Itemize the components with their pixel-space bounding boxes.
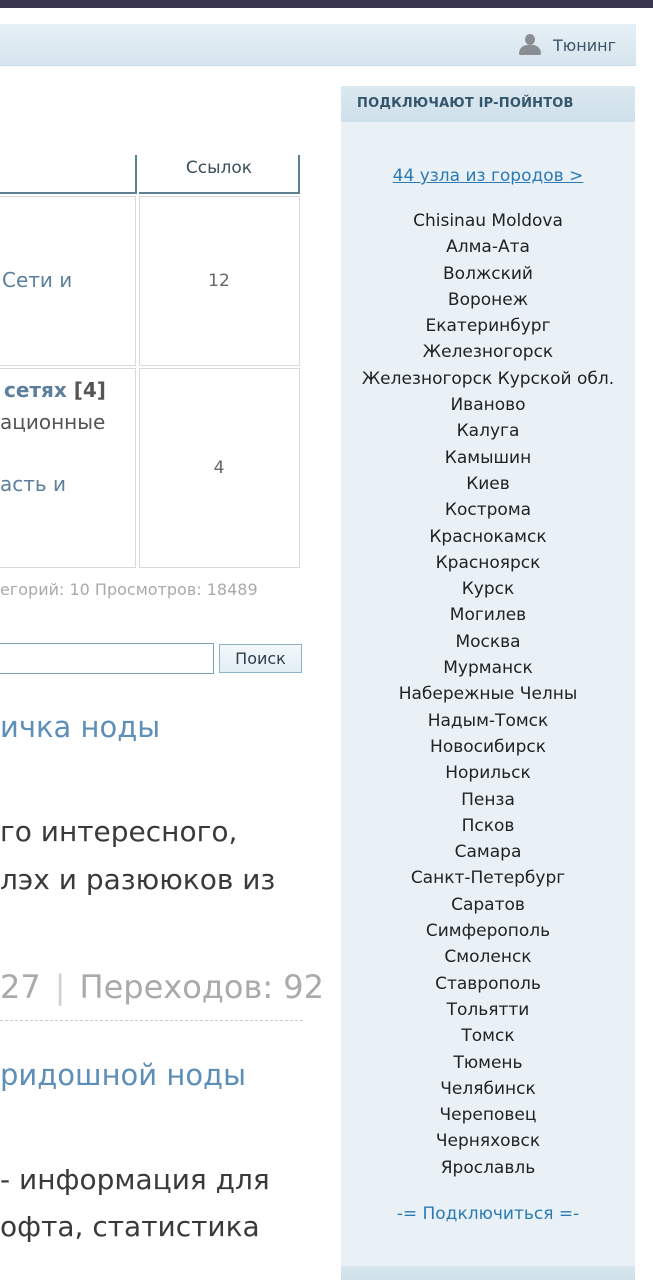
catalog-stats: егорий: 10 Просмотров: 18489 [0, 580, 258, 599]
city-item: Челябинск [440, 1078, 536, 1099]
city-item: Камышин [444, 447, 532, 468]
table-header-underline-2 [139, 192, 299, 194]
category-link-2[interactable]: сетях [4, 378, 67, 402]
city-item: Мурманск [443, 658, 533, 679]
header-bar: Тюнинг [0, 24, 636, 66]
views-count: 27 [0, 968, 41, 1006]
city-item: Железногорск Курской обл. [361, 368, 615, 389]
category-desc-2: ационные [0, 410, 106, 434]
table-header-divider [135, 155, 137, 194]
city-item: Норильск [445, 763, 531, 784]
link-count-1: 12 [208, 271, 230, 291]
city-item: Череповец [439, 1105, 537, 1126]
city-item: Краснокамск [429, 526, 547, 547]
city-item: Пенза [461, 789, 515, 810]
city-item: Симферополь [425, 921, 551, 942]
city-item: Воронеж [447, 289, 529, 310]
sidebar-next-block-header [341, 1266, 635, 1280]
city-item: Смоленск [444, 947, 532, 968]
article-text-2-line1: - информация для [0, 1163, 270, 1196]
category-count-2: [4] [73, 378, 106, 402]
user-icon [517, 34, 543, 56]
city-item: Иваново [450, 395, 526, 416]
city-item: Тюмень [453, 1052, 523, 1073]
article-text-1-line2: лэх и разююков из [0, 863, 276, 896]
city-item: Волжский [443, 263, 533, 284]
city-item: Самара [454, 842, 522, 863]
city-item: Санкт-Петербург [410, 868, 566, 889]
city-item: Ставрополь [435, 973, 541, 994]
article-divider [0, 1020, 303, 1021]
category-link-1[interactable]: Сети и [2, 268, 72, 292]
top-window-strip [0, 0, 653, 8]
city-item: Екатеринбург [425, 316, 551, 337]
city-item: Черняховск [435, 1131, 541, 1152]
city-item: Саратов [451, 894, 525, 915]
nodes-cities-link[interactable]: 44 узла из городов > [341, 166, 635, 186]
search-button[interactable]: Поиск [219, 644, 302, 673]
city-item: Красноярск [435, 552, 541, 573]
city-item: Надым-Томск [427, 710, 549, 731]
city-list: Chisinau Moldova Алма-Ата Волжский Воронеж Е… [341, 208, 635, 1181]
subcategory-link-2[interactable]: асть и [0, 472, 66, 496]
city-item: Железногорск [422, 342, 554, 363]
tuning-label: Тюнинг [553, 35, 616, 55]
city-item: Курск [461, 579, 515, 600]
search-input[interactable] [0, 643, 214, 674]
category-title-2: сетях [4] [4, 378, 106, 402]
sidebar-header-title: ПОДКЛЮЧАЮТ IP-ПОЙНТОВ [357, 96, 574, 111]
city-item: Псков [461, 815, 515, 836]
link-count-2: 4 [213, 458, 225, 478]
article-meta: 27 | Переходов: 92 [0, 968, 324, 1006]
connect-link[interactable]: -= Подключиться =- [341, 1204, 635, 1224]
transitions-count: Переходов: 92 [79, 968, 325, 1006]
city-item: Новосибирск [430, 736, 546, 757]
city-item: Могилев [449, 605, 527, 626]
article-title-2[interactable]: ридошной ноды [0, 1058, 246, 1092]
tuning-link[interactable]: Тюнинг [517, 34, 616, 56]
article-text-1-line1: го интересного, [0, 815, 238, 848]
sidebar-header: ПОДКЛЮЧАЮТ IP-ПОЙНТОВ [341, 86, 635, 122]
meta-separator: | [54, 968, 66, 1006]
city-item: Калуга [456, 421, 520, 442]
city-item: Chisinau Moldova [413, 211, 563, 231]
table-header-underline [0, 192, 136, 194]
links-column-header: Ссылок [185, 158, 253, 178]
city-item: Алма-Ата [446, 237, 530, 258]
city-item: Москва [455, 631, 521, 652]
city-item: Набережные Челны [398, 684, 578, 705]
ip-points-sidebar: ПОДКЛЮЧАЮТ IP-ПОЙНТОВ 44 узла из городов… [341, 86, 635, 1280]
city-item: Кострома [444, 500, 532, 521]
article-title-1[interactable]: ичка ноды [0, 710, 160, 744]
city-item: Томск [461, 1026, 515, 1047]
city-item: Киев [466, 473, 510, 494]
city-item: Ярославль [440, 1157, 536, 1178]
city-item: Тольятти [446, 999, 530, 1020]
table-header-divider-2 [298, 155, 300, 194]
article-text-2-line2: офта, статистика [0, 1210, 260, 1243]
